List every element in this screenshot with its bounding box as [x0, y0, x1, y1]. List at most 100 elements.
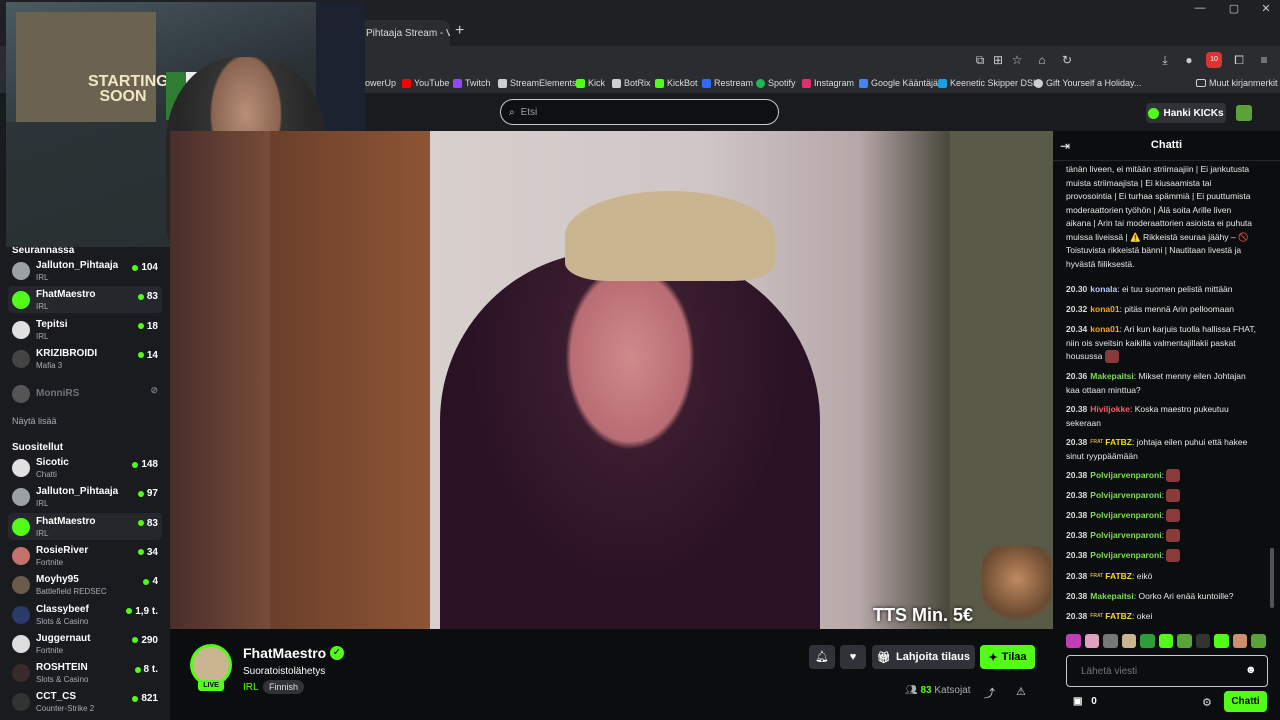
bookmark-powerup[interactable]: owerUp — [365, 78, 396, 88]
message-time: 20.32 — [1066, 304, 1088, 314]
sidebar-item-fhatmaestro[interactable]: FhatMaestro IRL 83 — [8, 512, 162, 540]
sidebar-item-jalluton-pihtaaja[interactable]: Jalluton_Pihtaaja IRL 104 — [8, 257, 162, 284]
menu-icon[interactable]: ≡ — [1256, 52, 1272, 68]
bookmark-keenetic[interactable]: Keenetic Skipper DSL — [938, 78, 1038, 88]
maximize-icon[interactable]: ▢ — [1224, 2, 1244, 15]
bookmark-star-icon[interactable]: ☆ — [1009, 52, 1025, 68]
sidebar-item-sicotic[interactable]: Sicotic Chatti 148 — [8, 454, 162, 481]
restream-icon — [702, 78, 711, 88]
message-username[interactable]: Hiviljokke — [1090, 404, 1130, 414]
message-username[interactable]: Polvijarvenparoni — [1090, 550, 1161, 560]
subscribe-button[interactable]: ✦ Tilaa — [980, 645, 1035, 669]
sidebar-item-rosieriver[interactable]: RosieRiver Fortnite 34 — [8, 542, 162, 569]
new-tab-button[interactable]: + — [455, 22, 464, 40]
bookmark-botrix[interactable]: BotRix — [612, 78, 651, 88]
chat-scrollbar[interactable] — [1270, 548, 1274, 608]
bookmark-twitch[interactable]: Twitch — [453, 78, 491, 88]
emote-icon[interactable] — [1158, 634, 1174, 648]
bookmark-restream[interactable]: Restream — [702, 78, 753, 88]
message-username[interactable]: FATBZ — [1105, 437, 1132, 447]
bookmark-google-translate[interactable]: Google Kääntäjä — [859, 78, 938, 88]
emoji-icon[interactable]: ☻ — [1245, 664, 1257, 676]
avatar — [12, 634, 30, 653]
bookmark-streamelements[interactable]: StreamElements — [498, 78, 577, 88]
report-icon[interactable]: ⚠ — [1016, 685, 1026, 698]
emote-icon[interactable] — [1140, 634, 1155, 648]
minimize-icon[interactable]: — — [1190, 2, 1210, 14]
stream-category[interactable]: IRL — [243, 682, 259, 693]
chat-settings-gear-icon[interactable]: ⚙ — [1202, 696, 1212, 709]
sidebar-item-jalluton-pihtaaja[interactable]: Jalluton_Pihtaaja IRL 97 — [8, 483, 162, 510]
sidebar-item-cct-cs[interactable]: CCT_CS Counter-Strike 2 821 — [8, 688, 162, 715]
sidebar-item-krizibroidi[interactable]: KRIZIBROIDI Mafia 3 14 — [8, 345, 162, 372]
viewer-count: 290 — [132, 635, 158, 646]
extensions-icon[interactable]: ⧠ — [1231, 52, 1247, 68]
show-more-link[interactable]: Näytä lisää — [12, 416, 57, 426]
account-icon[interactable]: ● — [1181, 52, 1197, 68]
message-time: 20.38 — [1066, 490, 1088, 500]
bookmark-instagram[interactable]: Instagram — [802, 78, 854, 88]
streamer-name[interactable]: FhatMaestro — [243, 645, 326, 661]
message-username[interactable]: kona01 — [1090, 304, 1119, 314]
emote-icon[interactable] — [1195, 634, 1211, 648]
message-username[interactable]: Makepaitsi — [1090, 371, 1133, 381]
sidebar-item-tepitsi[interactable]: Tepitsi IRL 18 — [8, 316, 162, 343]
streamer-video-person — [440, 251, 820, 629]
sidebar-item-moyhy95[interactable]: Moyhy95 Battlefield REDSEC 4 — [8, 571, 162, 598]
bookmark-kickbot[interactable]: KickBot — [655, 78, 698, 88]
emote-icon[interactable] — [1066, 634, 1081, 648]
emote-icon[interactable] — [1103, 634, 1118, 648]
message-username[interactable]: kona01 — [1090, 324, 1119, 334]
chat-message: 20.38 Polvijarvenparoni: — [1066, 549, 1261, 563]
sidebar-item-roshtein[interactable]: ROSHTEIN Slots & Casino 8 t. — [8, 659, 162, 686]
message-username[interactable]: FATBZ — [1105, 571, 1132, 581]
bookmark-youtube[interactable]: YouTube — [402, 78, 449, 88]
kicks-coin-icon — [1148, 107, 1160, 119]
chat-message-input[interactable]: Lähetä viesti — [1066, 655, 1268, 687]
sidebar-item-juggernaut[interactable]: Juggernaut Fortnite 290 — [8, 630, 162, 657]
follow-button[interactable]: ♥ — [840, 645, 866, 669]
emote-icon[interactable] — [1121, 634, 1137, 648]
emote-icon[interactable] — [1232, 634, 1248, 648]
reload-icon[interactable]: ↻ — [1059, 52, 1075, 68]
share-icon[interactable]: ⤴ — [984, 685, 995, 701]
download-icon[interactable]: ⤓ — [1157, 52, 1173, 68]
channel-points[interactable]: ▣ 0 — [1073, 696, 1097, 707]
bookmark-other-folder[interactable]: Muut kirjanmerkit — [1196, 78, 1278, 88]
message-username[interactable]: FATBZ — [1105, 611, 1132, 621]
sidebar-item-monnirs[interactable]: MonniRS ⊘ — [8, 380, 162, 407]
emote-icon[interactable] — [1177, 634, 1192, 648]
home-icon[interactable]: ⌂ — [1034, 52, 1050, 68]
message-text: okei — [1136, 611, 1153, 621]
emote-icon[interactable] — [1214, 634, 1229, 648]
language-tag[interactable]: Finnish — [263, 680, 305, 694]
message-username[interactable]: Polvijarvenparoni — [1090, 530, 1161, 540]
user-badge: FRAT — [1090, 439, 1104, 445]
message-username[interactable]: Polvijarvenparoni — [1090, 510, 1161, 520]
message-username[interactable]: konala — [1090, 284, 1117, 294]
message-username[interactable]: Polvijarvenparoni — [1090, 490, 1161, 500]
chat-send-button[interactable]: Chatti — [1224, 691, 1267, 712]
sidebar-item-classybeef[interactable]: Classybeef Slots & Casino 1,9 t. — [8, 601, 162, 628]
emote-icon[interactable] — [1084, 634, 1100, 648]
extension-badge[interactable]: 10 — [1206, 52, 1222, 68]
screenshot-icon[interactable]: ⧉ — [972, 52, 988, 68]
gift-subscription-button[interactable]: 🎁︎ Lahjoita tilaus — [872, 645, 975, 669]
live-dot-icon — [134, 666, 141, 673]
browser-tab[interactable]: Pihtaaja Stream - V ✕ — [360, 20, 450, 46]
search-input[interactable]: ⌕ Etsi — [500, 99, 779, 125]
emote-icon[interactable] — [1251, 634, 1267, 648]
close-window-icon[interactable]: ✕ — [1256, 2, 1276, 15]
sidebar-item-fhatmaestro[interactable]: FhatMaestro IRL 83 — [8, 286, 162, 314]
user-avatar[interactable] — [1236, 105, 1252, 121]
emote-icon — [1166, 529, 1181, 543]
video-player[interactable] — [170, 131, 1053, 629]
bookmark-spotify[interactable]: Spotify — [756, 78, 796, 88]
install-app-icon[interactable]: ⊞ — [990, 52, 1006, 68]
message-username[interactable]: Makepaitsi — [1090, 591, 1133, 601]
get-kicks-button[interactable]: Hanki KICKs — [1146, 103, 1226, 123]
bookmark-gift-holiday[interactable]: Gift Yourself a Holiday... — [1034, 78, 1141, 88]
notification-bell-button[interactable]: 🔔︎ — [809, 645, 835, 669]
message-username[interactable]: Polvijarvenparoni — [1090, 470, 1161, 480]
bookmark-kick[interactable]: Kick — [576, 78, 605, 88]
